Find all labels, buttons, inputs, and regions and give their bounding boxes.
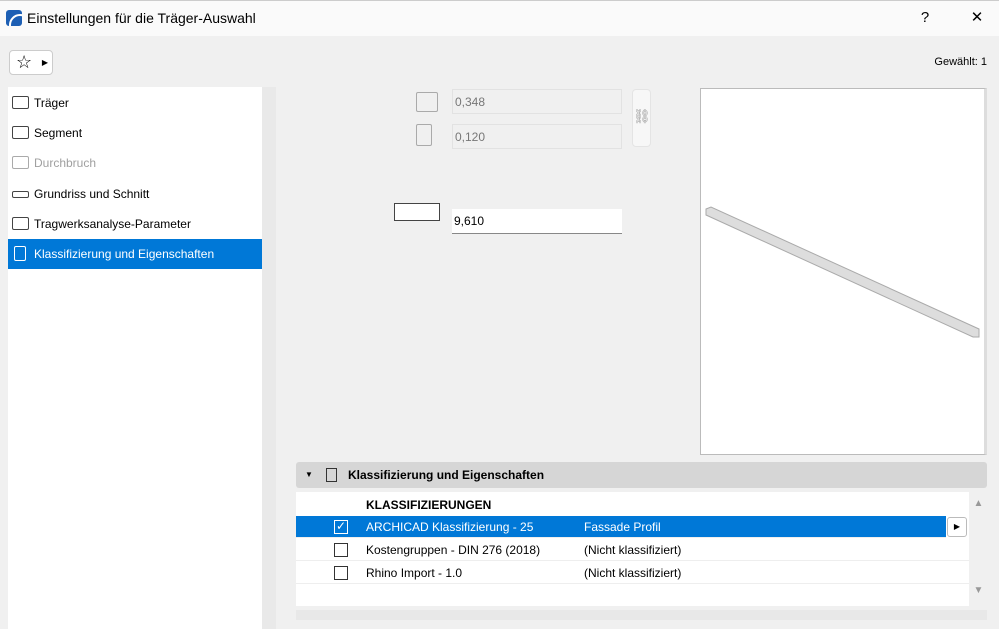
- window-title: Einstellungen für die Träger-Auswahl: [27, 10, 256, 26]
- sidebar-item-label: Durchbruch: [34, 156, 97, 170]
- chevron-right-icon: ▶: [41, 58, 48, 67]
- scroll-down-icon[interactable]: ▼: [970, 585, 987, 596]
- system-name: Kostengruppen - DIN 276 (2018): [366, 543, 541, 557]
- document-icon: [326, 468, 337, 482]
- sidebar-item-label: Grundriss und Schnitt: [34, 187, 150, 201]
- sidebar-item-label: Segment: [34, 126, 83, 140]
- list-heading: KLASSIFIZIERUNGEN: [366, 498, 492, 512]
- sidebar-item-durchbruch: Durchbruch: [8, 148, 262, 178]
- link-proportions-button[interactable]: ⛓: [632, 89, 651, 147]
- classification-value: (Nicht klassifiziert): [584, 566, 682, 580]
- sidebar-splitter[interactable]: [262, 87, 276, 629]
- segment-icon: [12, 126, 29, 139]
- sidebar-item-label: Tragwerksanalyse-Parameter: [34, 217, 191, 231]
- beam-height-icon: [416, 92, 438, 112]
- height-field[interactable]: 0,348: [452, 89, 622, 114]
- table-row[interactable]: Kostengruppen - DIN 276 (2018) (Nicht kla…: [296, 539, 969, 561]
- panel-header[interactable]: ▼ Klassifizierung und Eigenschaften: [296, 462, 987, 488]
- row-checkbox[interactable]: [334, 543, 348, 557]
- row-checkbox[interactable]: ✓: [334, 520, 348, 534]
- sidebar-item-label: Klassifizierung und Eigenschaften: [34, 247, 215, 261]
- system-name: ARCHICAD Klassifizierung - 25: [366, 520, 534, 534]
- hole-icon: [12, 156, 29, 169]
- sidebar-item-segment[interactable]: Segment: [8, 118, 262, 148]
- structural-icon: [12, 217, 29, 230]
- sidebar-item-grundriss[interactable]: Grundriss und Schnitt: [8, 179, 262, 209]
- app-icon: [6, 10, 22, 26]
- favorites-button[interactable]: ☆ ▶: [9, 50, 53, 75]
- table-row[interactable]: ✓ ARCHICAD Klassifizierung - 25 Fassade Pr…: [296, 516, 946, 538]
- beam-preview-graphic: [705, 206, 980, 338]
- floorplan-icon: [12, 191, 29, 198]
- help-button[interactable]: ?: [910, 6, 940, 30]
- close-button[interactable]: ✕: [962, 6, 992, 30]
- classification-value: Fassade Profil: [584, 520, 661, 534]
- table-row[interactable]: Rhino Import - 1.0 (Nicht klassifiziert): [296, 562, 969, 584]
- beam-icon: [12, 96, 29, 109]
- classification-value: (Nicht klassifiziert): [584, 543, 682, 557]
- width-field[interactable]: 0,120: [452, 124, 622, 149]
- row-expand-button[interactable]: ▶: [947, 517, 967, 537]
- collapse-triangle-icon: ▼: [305, 470, 313, 479]
- sidebar-item-traeger[interactable]: Träger: [8, 88, 262, 118]
- beam-width-icon: [416, 124, 432, 146]
- star-icon: ☆: [16, 52, 33, 72]
- panel-title: Klassifizierung und Eigenschaften: [348, 468, 545, 482]
- sidebar-item-label: Träger: [34, 96, 69, 110]
- scroll-up-icon[interactable]: ▲: [970, 498, 987, 509]
- chain-link-icon: ⛓: [633, 108, 651, 124]
- length-field[interactable]: 9,610: [452, 209, 622, 234]
- beam-length-icon: [394, 203, 440, 221]
- selected-count: Gewählt: 1: [934, 56, 987, 68]
- list-scrollbar[interactable]: ▲ ▼: [970, 492, 987, 606]
- row-checkbox[interactable]: [334, 566, 348, 580]
- next-panel-header: [296, 610, 987, 620]
- sidebar-item-tragwerksanalyse[interactable]: Tragwerksanalyse-Parameter: [8, 209, 262, 239]
- chevron-right-icon: ▶: [953, 522, 961, 531]
- sidebar-item-klassifizierung[interactable]: Klassifizierung und Eigenschaften: [8, 239, 262, 269]
- sidebar: Träger Segment Durchbruch Grundriss und …: [8, 87, 262, 629]
- document-icon: [14, 246, 26, 261]
- system-name: Rhino Import - 1.0: [366, 566, 463, 580]
- 3d-preview[interactable]: [700, 88, 987, 455]
